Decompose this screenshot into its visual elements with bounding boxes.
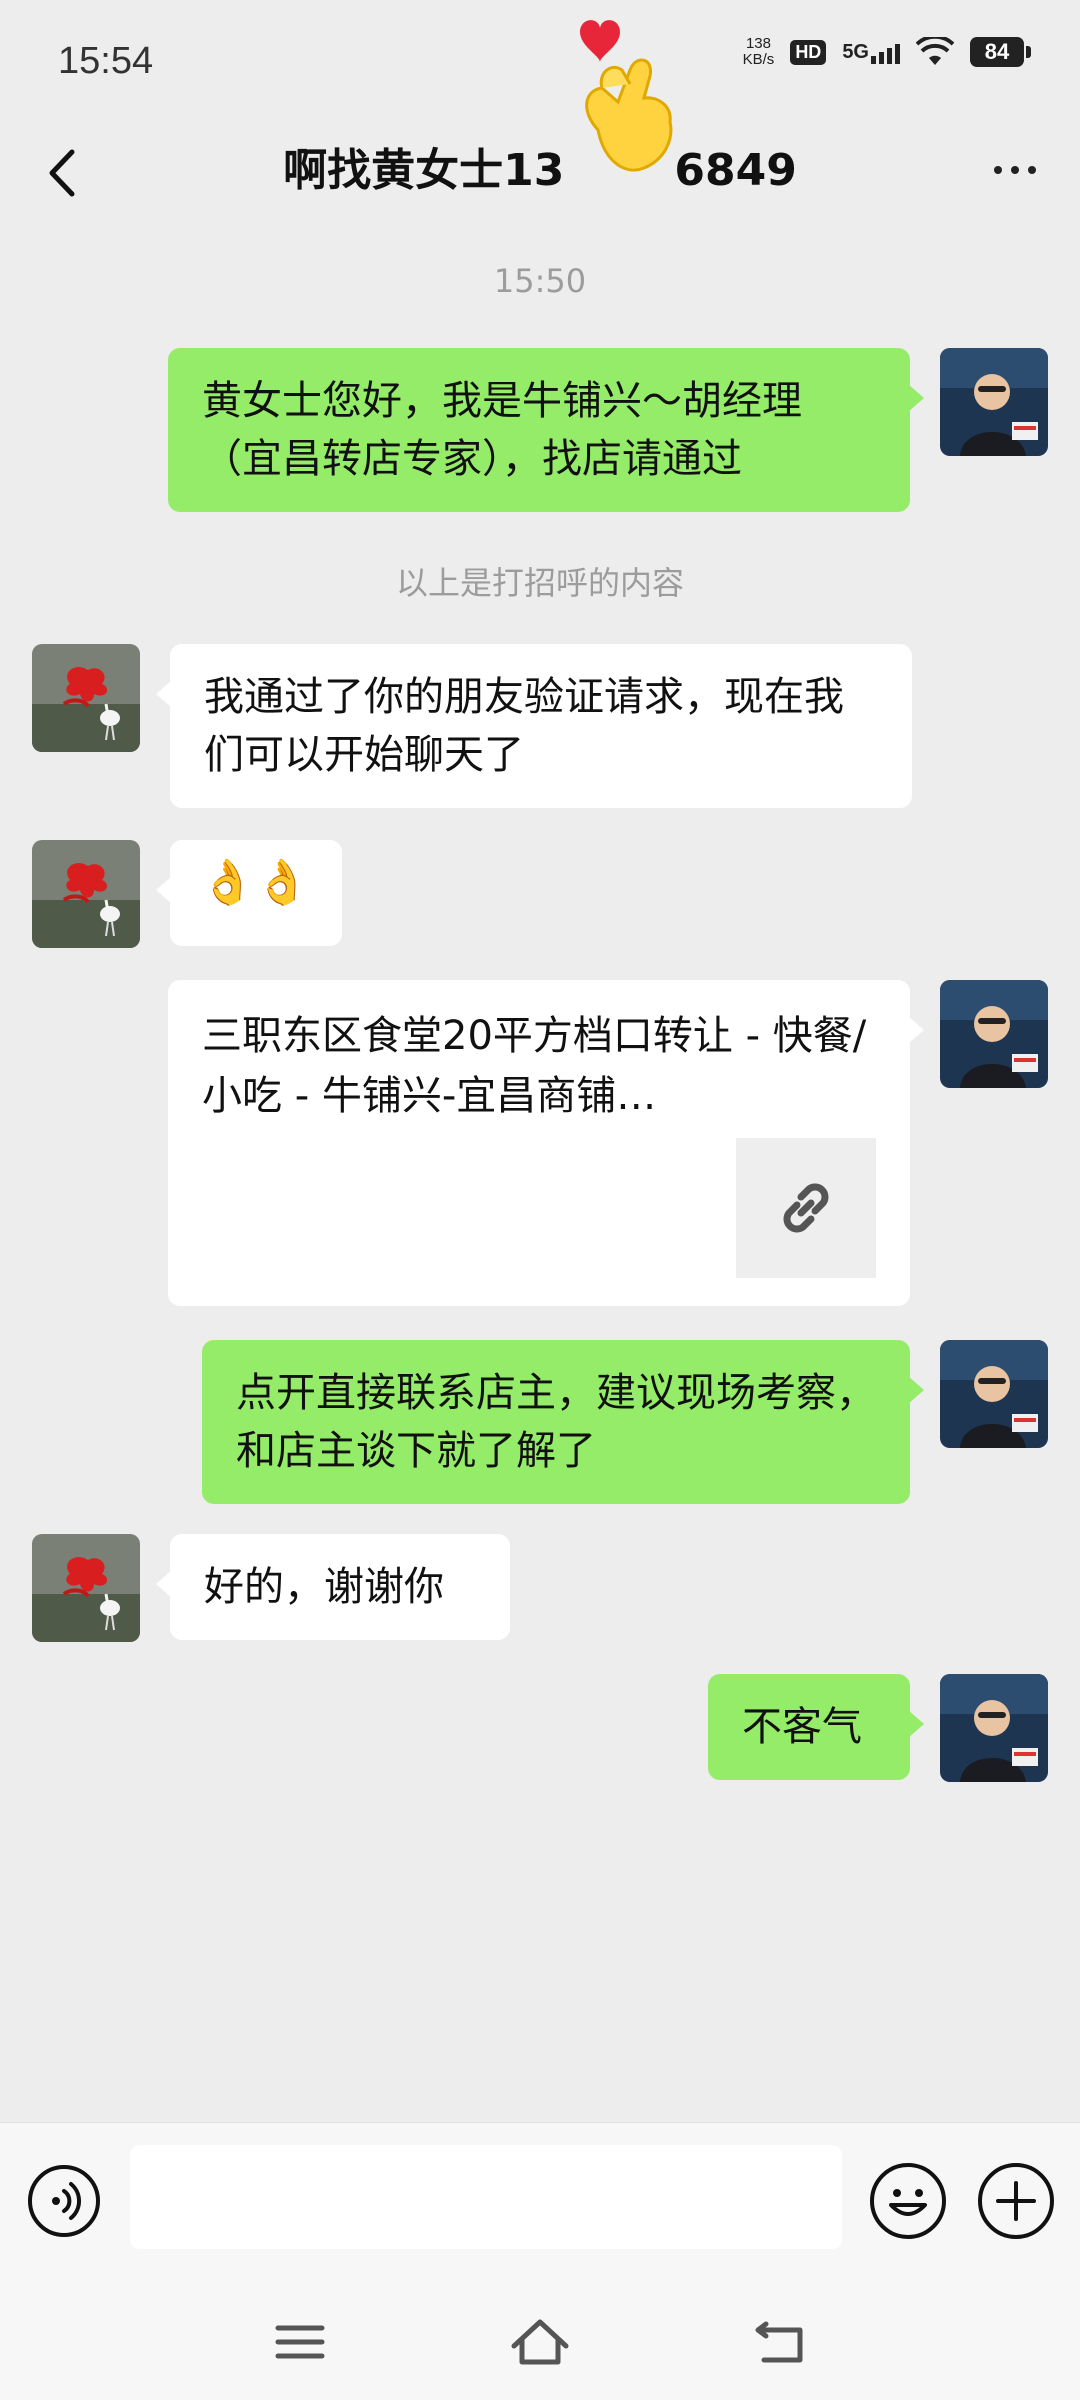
status-time: 15:54 xyxy=(58,40,154,82)
more-dots-icon xyxy=(994,166,1002,174)
message-bubble-sent[interactable]: 不客气 xyxy=(708,1674,924,1780)
home-icon xyxy=(511,2319,569,2365)
signal-icon: 5G xyxy=(842,41,900,64)
chat-title-main: 啊找黄女士13 xyxy=(283,145,565,196)
link-card-title: 三职东区食堂20平方档口转让 - 快餐/小吃 - 牛铺兴-宜昌商铺… xyxy=(202,1013,867,1119)
wifi-icon xyxy=(916,37,954,65)
avatar-contact[interactable] xyxy=(32,840,140,948)
avatar-image xyxy=(940,980,1048,1088)
avatar-self[interactable] xyxy=(940,1340,1048,1448)
avatar-image xyxy=(940,348,1048,456)
finger-heart-sticker xyxy=(580,20,673,172)
avatar-self[interactable] xyxy=(940,1674,1048,1782)
message-bubble-received[interactable]: 👌👌 xyxy=(156,840,342,946)
avatar-contact[interactable] xyxy=(32,1534,140,1642)
chat-input-bar xyxy=(0,2122,1080,2283)
message-input[interactable] xyxy=(130,2145,842,2249)
message-bubble-sent[interactable]: 黄女士您好，我是牛铺兴～胡经理（宜昌转店专家），找店请通过 xyxy=(168,348,924,512)
emoji-icon xyxy=(889,2189,927,2216)
back-icon xyxy=(755,2321,803,2363)
network-speed: 138 KB/s xyxy=(743,36,775,68)
more-button[interactable] xyxy=(980,140,1050,200)
avatar-contact[interactable] xyxy=(32,644,140,752)
message-text: 好的，谢谢你 xyxy=(204,1564,444,1610)
avatar-image xyxy=(940,1674,1048,1782)
more-functions-button[interactable] xyxy=(978,2163,1054,2239)
system-nav-bar xyxy=(0,2282,1080,2400)
message-text: 我通过了你的朋友验证请求，现在我们可以开始聊天了 xyxy=(204,674,844,778)
message-text: 不客气 xyxy=(742,1704,862,1750)
message-bubble-received[interactable]: 我通过了你的朋友验证请求，现在我们可以开始聊天了 xyxy=(156,644,912,808)
greeting-notice: 以上是打招呼的内容 xyxy=(395,564,684,602)
status-icons: 138 KB/s HD 5G 84 xyxy=(743,36,1031,68)
nav-menu-button[interactable] xyxy=(260,2312,340,2372)
link-icon xyxy=(783,1183,829,1233)
link-card[interactable]: 三职东区食堂20平方档口转让 - 快餐/小吃 - 牛铺兴-宜昌商铺… xyxy=(168,980,924,1306)
chat-timestamp: 15:50 xyxy=(493,262,587,300)
hd-icon: HD xyxy=(790,39,827,65)
avatar-self[interactable] xyxy=(940,980,1048,1088)
network-speed-unit: KB/s xyxy=(742,51,775,68)
avatar-image xyxy=(32,840,140,948)
avatar-self[interactable] xyxy=(940,348,1048,456)
emoji-button[interactable] xyxy=(870,2163,946,2239)
message-bubble-received[interactable]: 好的，谢谢你 xyxy=(156,1534,510,1640)
link-card-thumbnail xyxy=(736,1138,876,1278)
emoji-text: 👌👌 xyxy=(200,857,310,908)
avatar-image xyxy=(32,1534,140,1642)
avatar-image xyxy=(940,1340,1048,1448)
message-text: 点开直接联系店主，建议现场考察，和店主谈下就了解了 xyxy=(236,1370,876,1474)
message-text: 黄女士您好，我是牛铺兴～胡经理（宜昌转店专家），找店请通过 xyxy=(202,378,802,482)
network-speed-value: 138 xyxy=(745,35,771,52)
menu-icon xyxy=(275,2325,325,2359)
nav-home-button[interactable] xyxy=(500,2312,580,2372)
voice-icon xyxy=(52,2182,82,2220)
voice-button[interactable] xyxy=(28,2165,100,2237)
network-type: 5G xyxy=(842,40,869,63)
nav-back-button[interactable] xyxy=(742,2312,822,2372)
avatar-image xyxy=(32,644,140,752)
battery-icon: 84 xyxy=(970,37,1031,67)
plus-icon xyxy=(996,2181,1036,2221)
message-bubble-sent[interactable]: 点开直接联系店主，建议现场考察，和店主谈下就了解了 xyxy=(202,1340,924,1504)
